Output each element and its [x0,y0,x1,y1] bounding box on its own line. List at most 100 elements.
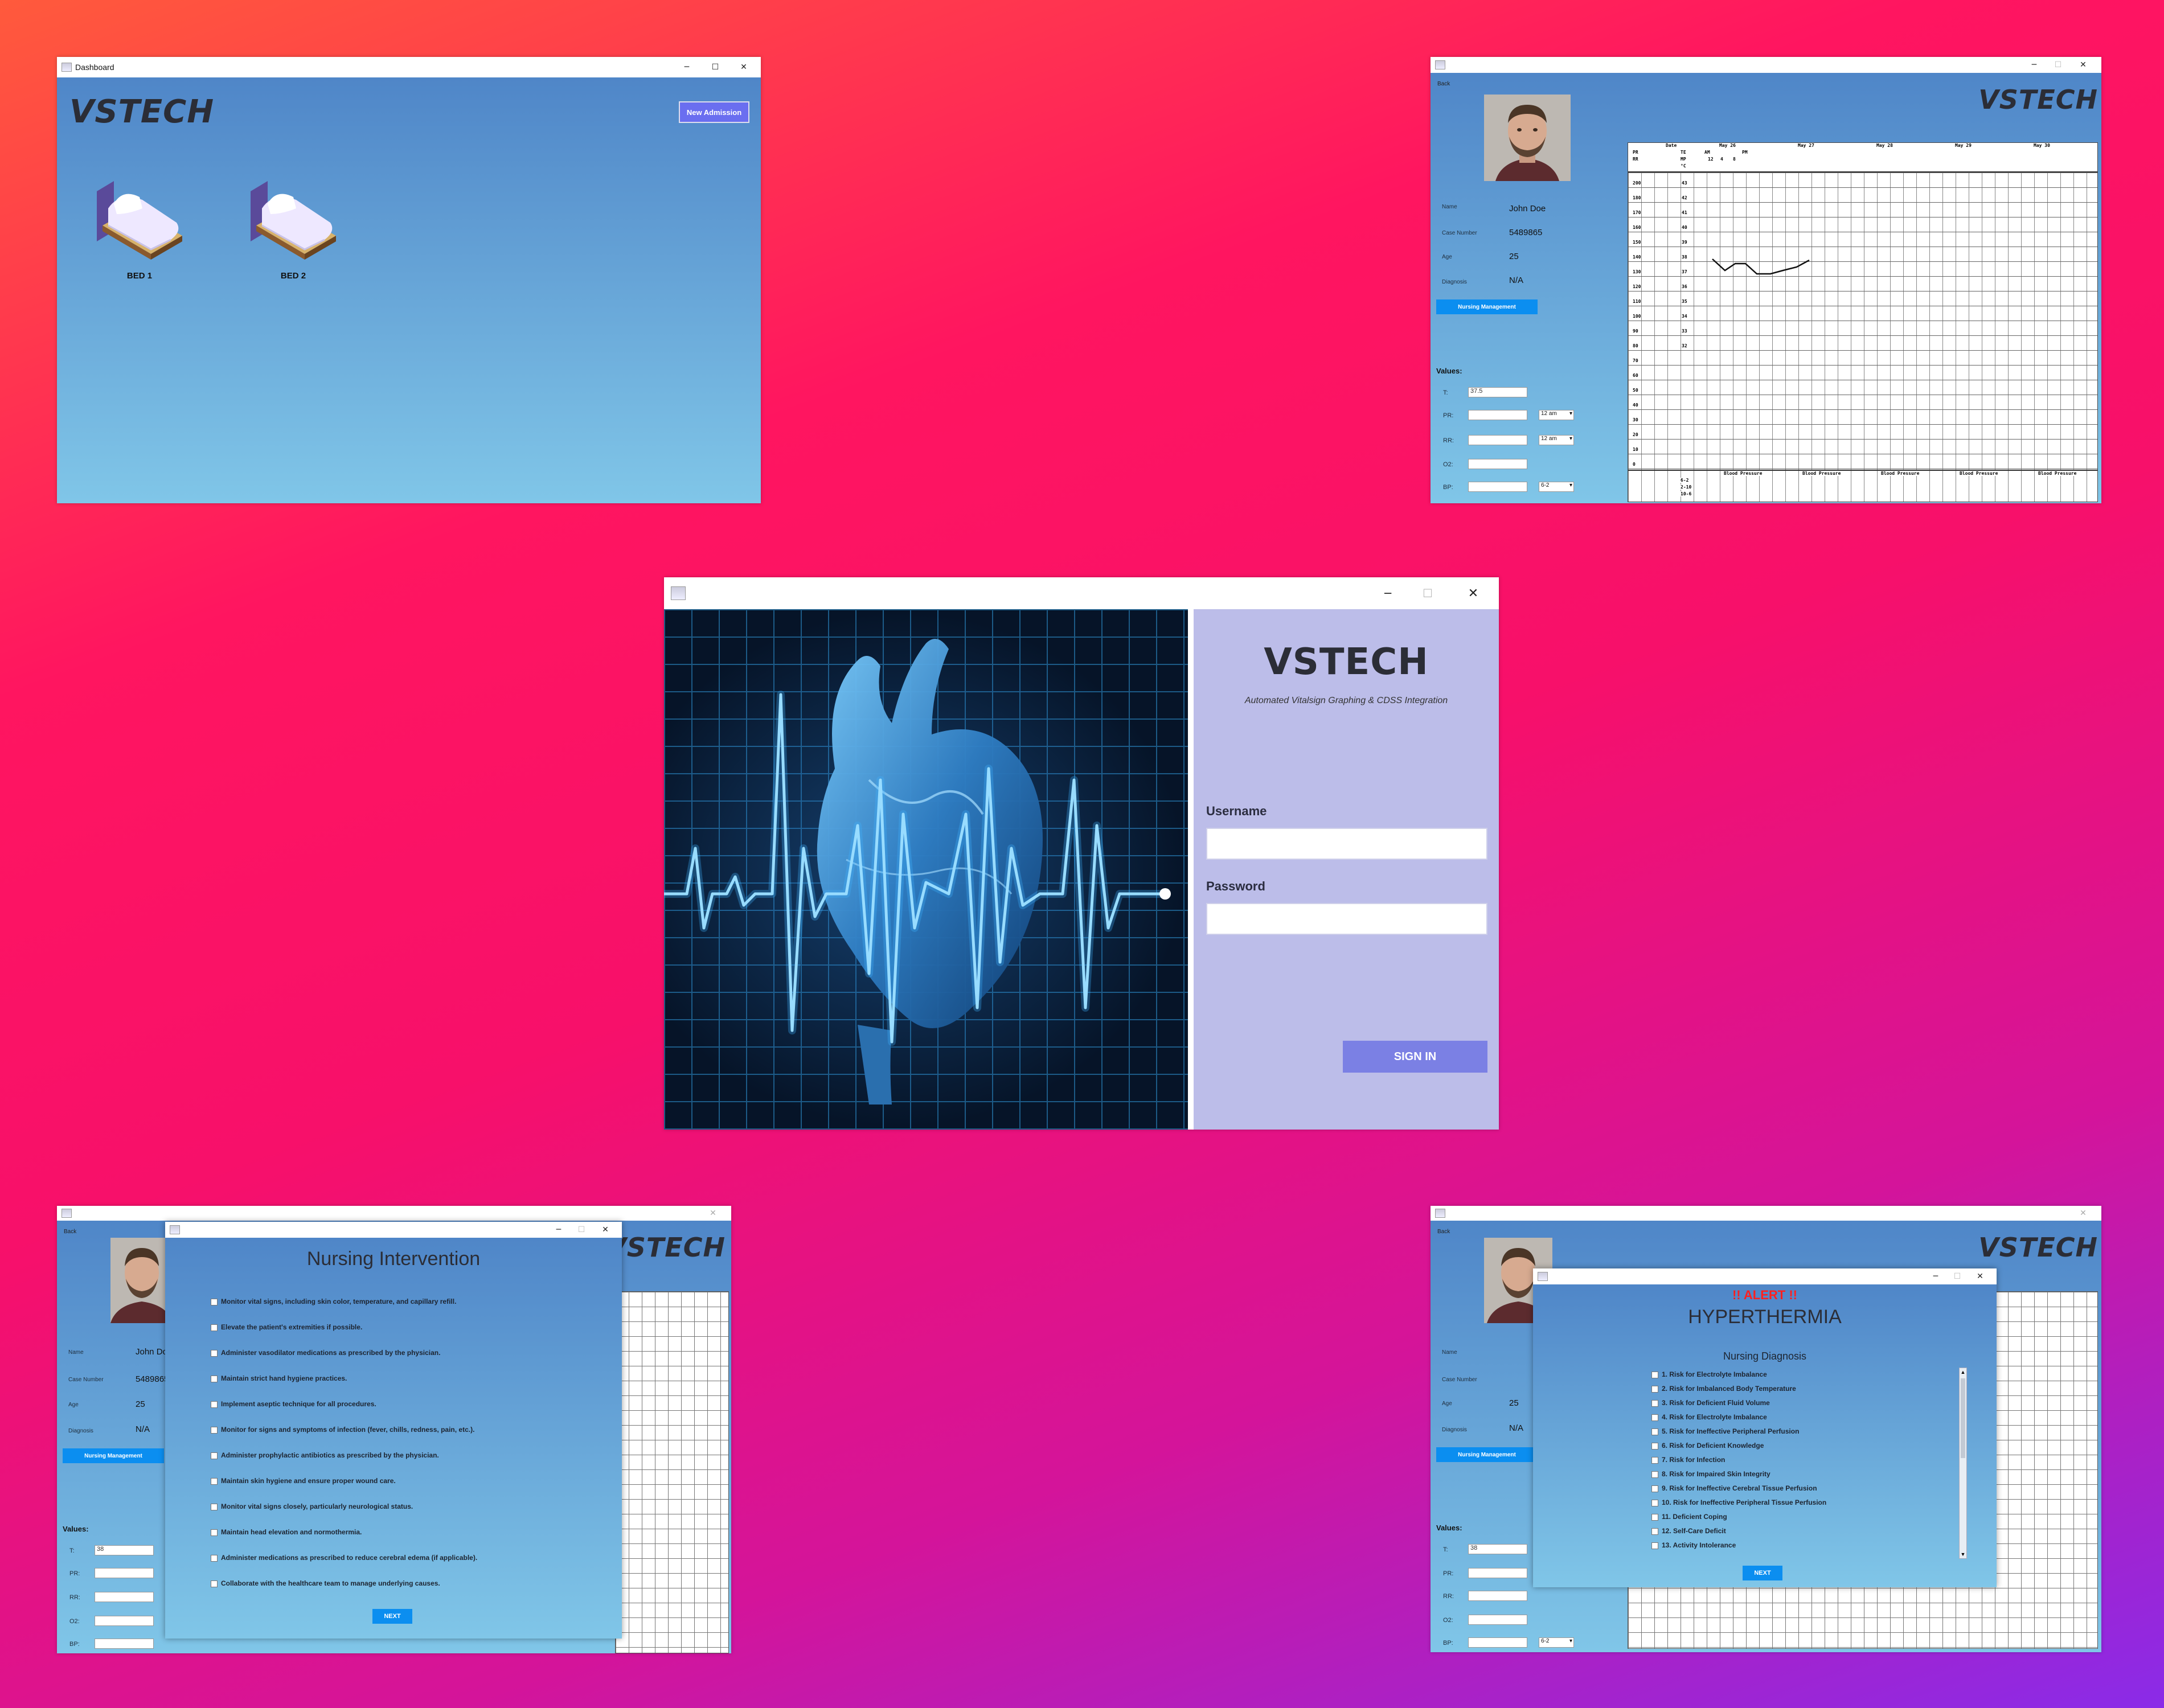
rr-input[interactable] [95,1592,154,1602]
checkbox[interactable] [211,1401,218,1408]
scroll-thumb[interactable] [1961,1378,1965,1458]
checkbox[interactable] [211,1426,218,1434]
close-icon[interactable]: ✕ [732,57,755,77]
checkbox[interactable] [1651,1513,1658,1521]
intervention-item[interactable]: Elevate the patient's extremities if pos… [211,1315,477,1340]
minimize-icon[interactable]: ─ [1374,577,1402,609]
minimize-icon[interactable]: ─ [550,1222,567,1238]
back-button[interactable]: Back [64,1229,76,1235]
checkbox[interactable] [211,1503,218,1510]
diagnosis-item[interactable]: 7. Risk for Infection [1651,1453,1969,1467]
o2-input[interactable] [95,1616,154,1626]
minimize-icon[interactable]: ─ [1927,1268,1944,1284]
o2-input[interactable] [1468,1615,1527,1625]
intervention-item[interactable]: Maintain skin hygiene and ensure proper … [211,1468,477,1494]
intervention-item[interactable]: Administer prophylactic antibiotics as p… [211,1443,477,1468]
scroll-down-icon[interactable]: ▼ [1960,1550,1966,1558]
bp-input[interactable] [95,1639,154,1649]
intervention-item[interactable]: Administer vasodilator medications as pr… [211,1340,477,1366]
minimize-icon[interactable]: ─ [2024,57,2044,73]
next-button[interactable]: NEXT [1743,1566,1782,1580]
password-input[interactable] [1206,903,1487,935]
close-icon[interactable]: ✕ [2073,57,2093,73]
diagnosis-item[interactable]: 3. Risk for Deficient Fluid Volume [1651,1396,1969,1410]
checkbox[interactable] [1651,1385,1658,1393]
checkbox[interactable] [1651,1428,1658,1435]
diagnosis-item[interactable]: 1. Risk for Electrolyte Imbalance [1651,1368,1969,1382]
intervention-item[interactable]: Monitor vital signs closely, particularl… [211,1494,477,1520]
checkbox[interactable] [1651,1371,1658,1378]
checkbox[interactable] [211,1375,218,1382]
pr-input[interactable] [1468,410,1527,420]
diagnosis-item[interactable]: 9. Risk for Ineffective Cerebral Tissue … [1651,1481,1969,1496]
diagnosis-item[interactable]: 2. Risk for Imbalanced Body Temperature [1651,1382,1969,1396]
checkbox[interactable] [211,1452,218,1459]
back-button[interactable]: Back [1437,81,1450,87]
minimize-icon[interactable]: ─ [675,57,698,77]
username-input[interactable] [1206,828,1487,860]
diagnosis-item[interactable]: 10. Risk for Ineffective Peripheral Tiss… [1651,1496,1969,1510]
checkbox[interactable] [1651,1528,1658,1535]
maximize-icon[interactable]: ☐ [573,1222,590,1238]
intervention-item[interactable]: Administer medications as prescribed to … [211,1545,477,1571]
checkbox[interactable] [211,1529,218,1536]
rr-input[interactable] [1468,1591,1527,1601]
maximize-icon[interactable]: ☐ [1413,577,1442,609]
close-icon[interactable]: ✕ [2073,1206,2093,1221]
checkbox[interactable] [211,1324,218,1331]
o2-input[interactable] [1468,459,1527,469]
close-icon[interactable]: ✕ [703,1206,723,1221]
checkbox[interactable] [1651,1399,1658,1407]
maximize-icon[interactable]: ☐ [704,57,727,77]
intervention-item[interactable]: Maintain strict hand hygiene practices. [211,1366,477,1391]
diagnosis-item[interactable]: 6. Risk for Deficient Knowledge [1651,1439,1969,1453]
intervention-item[interactable]: Implement aseptic technique for all proc… [211,1391,477,1417]
checkbox[interactable] [211,1349,218,1357]
sign-in-button[interactable]: SIGN IN [1343,1041,1487,1073]
diagnosis-scrollbar[interactable]: ▲ ▼ [1959,1368,1967,1559]
nursing-management-button[interactable]: Nursing Management [63,1448,164,1463]
checkbox[interactable] [1651,1471,1658,1478]
diagnosis-item[interactable]: 5. Risk for Ineffective Peripheral Perfu… [1651,1424,1969,1439]
maximize-icon[interactable]: ☐ [2048,57,2068,73]
rr-time-select[interactable]: 12 am [1539,435,1574,445]
bp-shift-select[interactable]: 6-2 [1539,1637,1574,1648]
checkbox[interactable] [1651,1485,1658,1492]
pr-time-select[interactable]: 12 am [1539,410,1574,420]
close-icon[interactable]: ✕ [1459,577,1487,609]
intervention-item[interactable]: Maintain head elevation and normothermia… [211,1520,477,1545]
t-input[interactable]: 38 [1468,1544,1527,1554]
checkbox[interactable] [1651,1456,1658,1464]
close-icon[interactable]: ✕ [597,1222,614,1238]
t-input[interactable]: 37.5 [1468,387,1527,397]
checkbox[interactable] [1651,1414,1658,1421]
intervention-item[interactable]: Monitor vital signs, including skin colo… [211,1289,477,1315]
scroll-up-icon[interactable]: ▲ [1960,1368,1966,1376]
diagnosis-item[interactable]: 8. Risk for Impaired Skin Integrity [1651,1467,1969,1481]
diagnosis-item[interactable]: 12. Self-Care Deficit [1651,1524,1969,1538]
checkbox[interactable] [211,1554,218,1562]
checkbox[interactable] [1651,1442,1658,1450]
intervention-item[interactable]: Collaborate with the healthcare team to … [211,1571,477,1596]
intervention-item[interactable]: Monitor for signs and symptoms of infect… [211,1417,477,1443]
nursing-management-button[interactable]: Nursing Management [1436,1447,1538,1462]
pr-input[interactable] [1468,1568,1527,1578]
diagnosis-item[interactable]: 13. Activity Intolerance [1651,1538,1969,1553]
checkbox[interactable] [211,1298,218,1305]
bp-input[interactable] [1468,1637,1527,1648]
checkbox[interactable] [1651,1542,1658,1549]
checkbox[interactable] [1651,1499,1658,1506]
diagnosis-item[interactable]: 11. Deficient Coping [1651,1510,1969,1524]
bp-input[interactable] [1468,482,1527,492]
new-admission-button[interactable]: New Admission [679,101,749,123]
rr-input[interactable] [1468,435,1527,445]
close-icon[interactable]: ✕ [1972,1268,1989,1284]
checkbox[interactable] [211,1580,218,1587]
bp-shift-select[interactable]: 6-2 [1539,482,1574,492]
pr-input[interactable] [95,1568,154,1578]
nursing-management-button[interactable]: Nursing Management [1436,299,1538,314]
back-button[interactable]: Back [1437,1229,1450,1235]
maximize-icon[interactable]: ☐ [1949,1268,1966,1284]
checkbox[interactable] [211,1477,218,1485]
next-button[interactable]: NEXT [372,1609,412,1624]
